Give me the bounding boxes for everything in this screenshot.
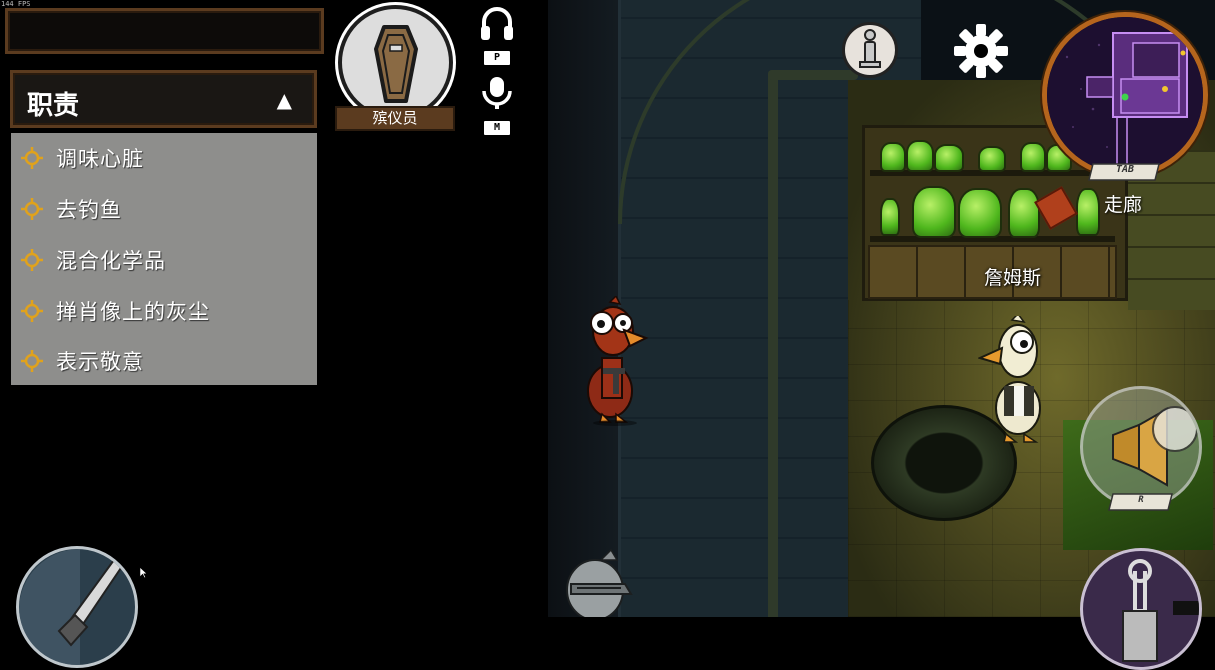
talk-keybind: M (484, 121, 510, 135)
report-key-label: R (1138, 495, 1144, 505)
coffin-icon (374, 25, 418, 103)
task-item[interactable]: 表示敬意 (11, 336, 317, 386)
task-label: 去钓鱼 (56, 198, 122, 222)
task-label: 掸肖像上的灰尘 (56, 300, 210, 324)
listen-keybind: P (484, 51, 510, 65)
task-label: 表示敬意 (56, 350, 144, 374)
potion-jar (906, 140, 934, 172)
crosshair-icon (21, 147, 43, 169)
crosshair-icon (21, 350, 43, 372)
potion-jar (978, 146, 1006, 172)
other-duck[interactable] (978, 316, 1053, 446)
horn-icon (1112, 406, 1198, 487)
report-button[interactable] (1080, 386, 1202, 508)
minimap[interactable] (1042, 12, 1208, 178)
crosshair-icon (21, 198, 43, 220)
crosshair-icon (21, 300, 43, 322)
pipe (768, 70, 778, 617)
task-list: 调味心脏 去钓鱼 混合化学品 掸肖像上的灰尘 表示敬意 (11, 133, 317, 385)
potion-jar (912, 186, 956, 238)
minimap-layout (1047, 17, 1203, 173)
use-button[interactable] (1080, 548, 1202, 670)
potion-jar (880, 142, 906, 172)
current-location: 走廊 (1104, 194, 1143, 216)
task-item[interactable]: 去钓鱼 (11, 184, 317, 234)
potion-jar (958, 188, 1002, 238)
tasks-header[interactable]: 职责 ▲ (10, 70, 317, 128)
wrench-icon (1122, 559, 1199, 662)
potion-jar (880, 198, 900, 236)
tasks-title: 职责 (27, 91, 80, 121)
task-item[interactable]: 掸肖像上的灰尘 (11, 286, 317, 336)
minimap-keybind: TAB (1087, 162, 1163, 182)
fps-counter: 144 FPS (1, 0, 31, 8)
player-name-label: 詹姆斯 (984, 267, 1042, 289)
potion-jar (1020, 142, 1046, 172)
info-button[interactable] (842, 22, 898, 78)
knife-icon (19, 549, 129, 665)
task-item[interactable]: 混合化学品 (11, 235, 317, 285)
task-label: 调味心脏 (56, 147, 144, 171)
player-duck (587, 296, 649, 426)
minimap-key-label: TAB (1115, 164, 1135, 175)
crosshair-icon (21, 249, 43, 271)
potion-jar (1076, 188, 1100, 236)
report-keybind: R (1108, 493, 1174, 511)
knight-helmet-character (566, 548, 633, 617)
role-badge[interactable] (338, 5, 453, 120)
chat-bar (5, 8, 324, 54)
info-icon (859, 29, 881, 68)
task-label: 混合化学品 (56, 249, 166, 273)
headphones-icon[interactable] (479, 6, 515, 42)
gear-icon[interactable] (952, 22, 1010, 80)
kill-button[interactable] (16, 546, 138, 668)
potion-jar (1008, 188, 1040, 238)
tasks-collapse-toggle[interactable]: ▲ (277, 88, 292, 112)
role-name: 殡仪员 (335, 106, 455, 131)
microphone-icon[interactable] (479, 75, 515, 111)
mouse-cursor (139, 566, 148, 579)
potion-jar (934, 144, 964, 172)
task-item[interactable]: 调味心脏 (11, 133, 317, 183)
